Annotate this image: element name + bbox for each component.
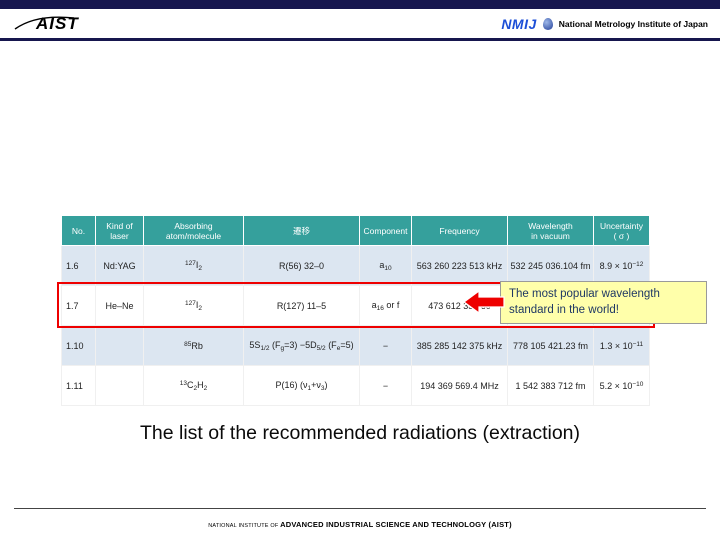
header-rule — [0, 38, 720, 41]
nmij-logo-text: NMIJ — [501, 15, 537, 32]
callout-box: The most popular wavelength standard in … — [500, 281, 707, 324]
callout-text: The most popular wavelength standard in … — [509, 287, 660, 316]
cell-frequency: 563 260 223 513 kHz — [411, 245, 508, 286]
table-row: 1.6 Nd:YAG 127I2 R(56) 32–0 a10 563 260 223 5… — [61, 245, 650, 286]
arrow-left-icon — [462, 289, 505, 315]
cell-wavelength-in-vacuum: 1 542 383 712 fm — [507, 365, 594, 406]
cell-transition: R(56) 32–0 — [243, 245, 360, 286]
cell-uncertainty: 1.3 × 10−11 — [593, 325, 650, 366]
footer-logo-text: NATIONAL INSTITUTE OF ADVANCED INDUSTRIA… — [0, 514, 720, 532]
cell-kind-of-laser: Nd:YAG — [95, 245, 144, 286]
slide-caption: The list of the recommended radiations (… — [139, 422, 581, 444]
cell-component: − — [359, 365, 412, 406]
nmij-institute-name: National Metrology Institute of Japan — [558, 18, 708, 29]
footer-divider — [14, 508, 706, 509]
cell-absorbing-atom-molecule: 85Rb — [143, 325, 244, 366]
cell-wavelength-in-vacuum: 532 245 036.104 fm — [507, 245, 594, 286]
column-header-uncertainty: Uncertainty( σ ) — [593, 215, 650, 246]
aist-logo: AIST — [12, 13, 79, 35]
table-row: 1.11 13C2H2 P(16) (ν1+ν3) −194 369 569.4 MH… — [61, 365, 650, 406]
cell-component: a10 — [359, 245, 412, 286]
aist-logo-text: AIST — [36, 13, 79, 33]
cell-kind-of-laser — [95, 325, 144, 366]
cell-kind-of-laser — [95, 365, 144, 406]
header-bar: AIST NMIJ National Metrology Institute o… — [0, 9, 720, 38]
cell-absorbing-atom-molecule: 13C2H2 — [143, 365, 244, 406]
cell-transition: P(16) (ν1+ν3) — [243, 365, 360, 406]
table-row: 1.10 85Rb 5S1/2 (Fg=3) −5D5/2 (Fe=5) −385 2… — [61, 325, 650, 366]
cell-component: − — [359, 325, 412, 366]
cell-no: 1.10 — [61, 325, 96, 366]
cell-uncertainty: 5.2 × 10−10 — [593, 365, 650, 406]
cell-uncertainty: 8.9 × 10−12 — [593, 245, 650, 286]
cell-transition: 5S1/2 (Fg=3) −5D5/2 (Fe=5) — [243, 325, 360, 366]
nmij-block: NMIJ National Metrology Institute of Jap… — [501, 16, 708, 32]
cell-no: 1.6 — [61, 245, 96, 286]
column-header-no: No. — [61, 215, 96, 246]
cell-no: 1.7 — [61, 285, 96, 326]
cell-frequency: 385 285 142 375 kHz — [411, 325, 508, 366]
footer-institute-prefix: NATIONAL INSTITUTE OF — [208, 523, 281, 529]
cell-transition: R(127) 11–5 — [243, 285, 360, 326]
cell-absorbing-atom-molecule: 127I2 — [143, 285, 244, 326]
cell-component: a16 or f — [359, 285, 412, 326]
column-header-kind-of-laser: Kind of laser — [95, 215, 144, 246]
top-navy-bar — [0, 0, 720, 9]
column-header-absorbing-atom-molecule: Absorbing atom/molecule — [143, 215, 244, 246]
table-header-row: No. Kind of laser Absorbing atom/molecule 遷… — [61, 215, 650, 246]
cell-absorbing-atom-molecule: 127I2 — [143, 245, 244, 286]
column-header-frequency: Frequency — [411, 215, 508, 246]
nmij-emblem-icon — [542, 17, 553, 30]
cell-no: 1.11 — [61, 365, 96, 406]
cell-wavelength-in-vacuum: 778 105 421.23 fm — [507, 325, 594, 366]
column-header-transition: 遷移 — [243, 215, 360, 246]
column-header-component: Component — [359, 215, 412, 246]
footer-institute-name: ADVANCED INDUSTRIAL SCIENCE AND TECHNOLO… — [280, 520, 512, 529]
cell-kind-of-laser: He–Ne — [95, 285, 144, 326]
cell-frequency: 194 369 569.4 MHz — [411, 365, 508, 406]
column-header-wavelength-in-vacuum: Wavelength in vacuum — [507, 215, 594, 246]
